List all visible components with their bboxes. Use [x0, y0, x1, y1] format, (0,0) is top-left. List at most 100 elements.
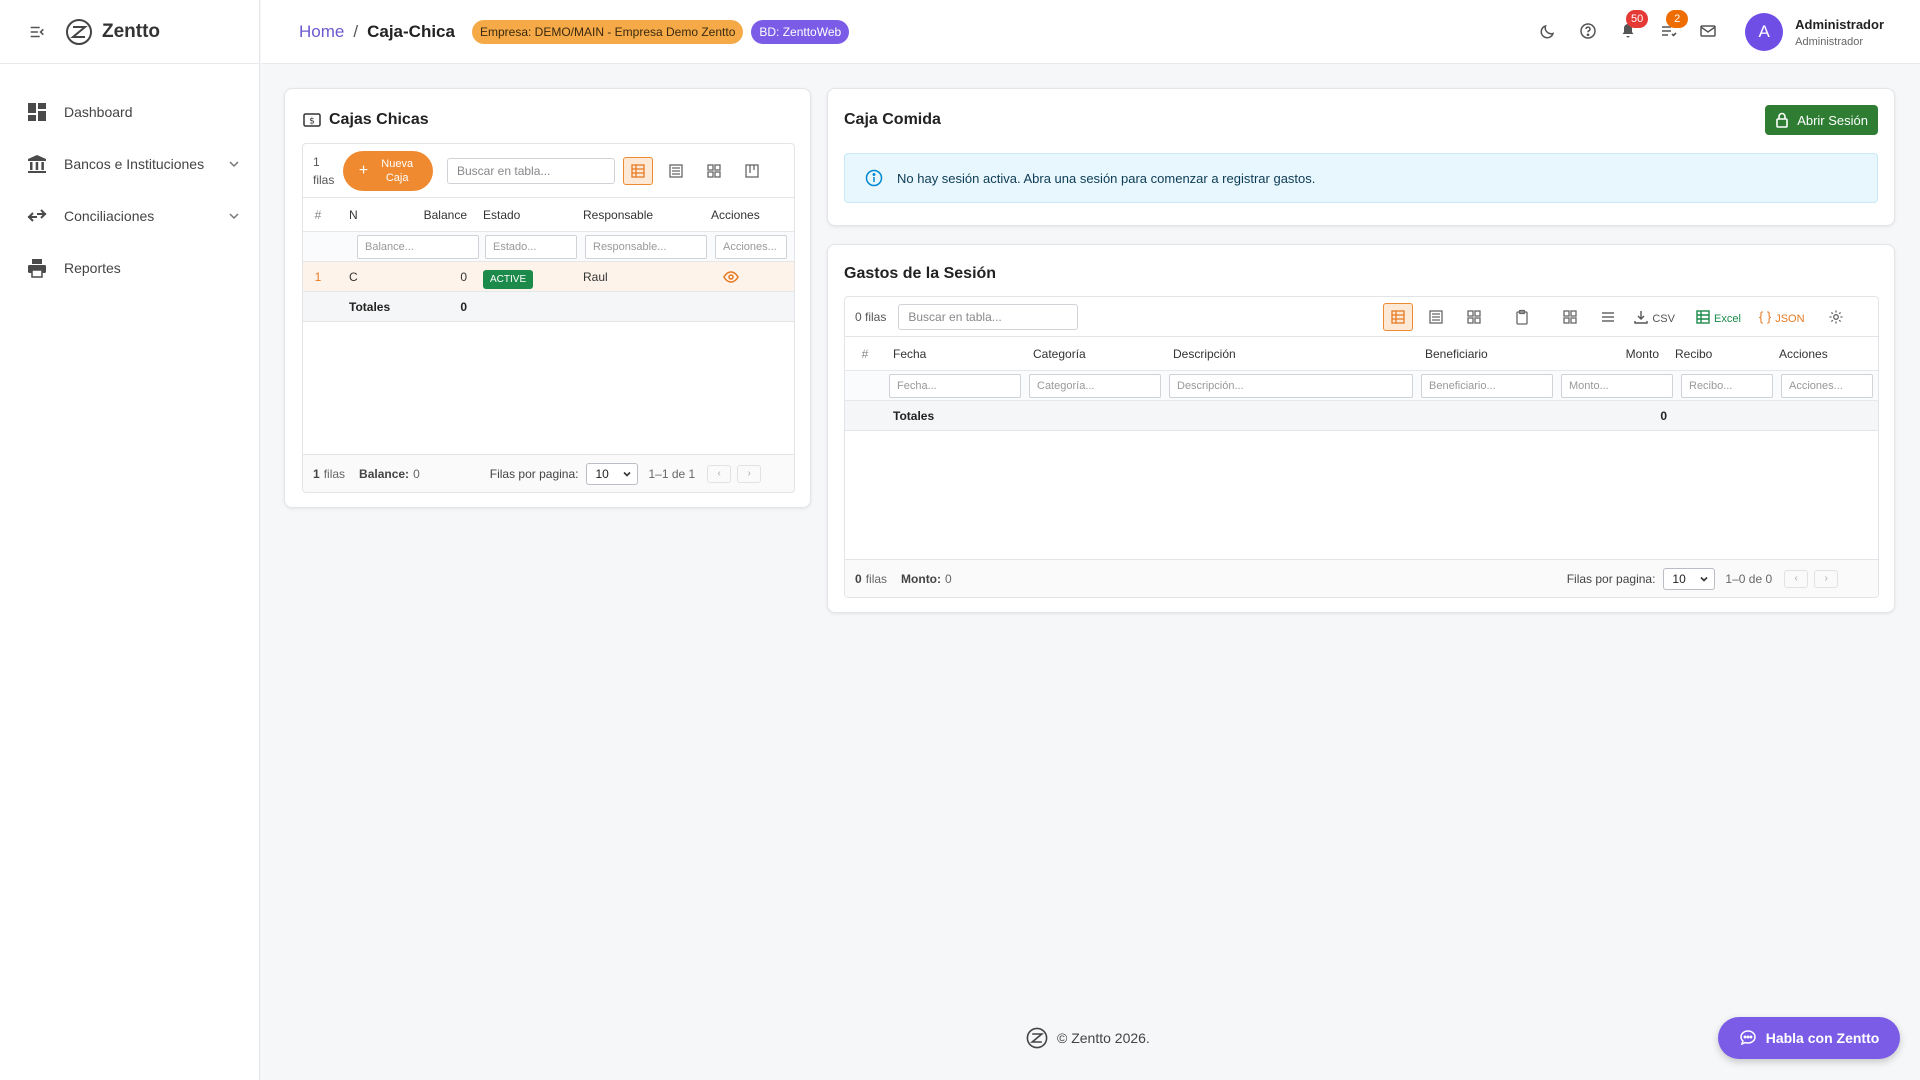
- grid-view-button[interactable]: [699, 157, 729, 185]
- filter-acciones[interactable]: Acciones...: [1781, 373, 1873, 398]
- filter-balance[interactable]: Balance...: [357, 234, 479, 259]
- col-header-number: #: [861, 346, 869, 361]
- grid-settings-button[interactable]: [1821, 303, 1851, 331]
- sidebar-nav: Dashboard Bancos e Instituciones Concili…: [0, 64, 259, 294]
- col-header-balance[interactable]: Balance: [371, 208, 475, 222]
- filter-monto[interactable]: Monto...: [1561, 373, 1673, 398]
- list-view-button[interactable]: [661, 157, 691, 185]
- user-info[interactable]: Administrador Administrador: [1795, 17, 1884, 48]
- excel-icon: [1696, 309, 1710, 324]
- col-header-acciones[interactable]: Acciones: [1767, 347, 1828, 361]
- help-icon[interactable]: [1579, 22, 1599, 42]
- sidebar-item-reportes[interactable]: Reportes: [0, 242, 259, 294]
- per-page-value: 10: [595, 466, 609, 481]
- next-page-button[interactable]: ›: [1814, 569, 1839, 588]
- export-csv-button[interactable]: CSV: [1633, 309, 1675, 325]
- chat-button[interactable]: Habla con Zentto: [1718, 1017, 1900, 1059]
- notifications-count-badge: 50: [1626, 10, 1649, 28]
- col-header-acciones[interactable]: Acciones: [707, 208, 760, 222]
- filter-fecha[interactable]: Fecha...: [889, 373, 1021, 398]
- grid-footer: 0 filas Monto: 0 Filas por pagina: 10 1–…: [845, 559, 1878, 597]
- app-name: Zentto: [102, 20, 161, 42]
- col-header-nombre[interactable]: N: [333, 208, 371, 222]
- list-view-button[interactable]: [1421, 303, 1451, 331]
- footer-monto-label: Monto:: [901, 571, 942, 586]
- search-input[interactable]: Buscar en tabla...: [898, 303, 1079, 330]
- breadcrumb-current: Caja-Chica: [367, 21, 455, 41]
- app-logo[interactable]: Zentto: [64, 17, 160, 47]
- grid-view-button[interactable]: [1459, 303, 1489, 331]
- filter-recibo[interactable]: Recibo...: [1681, 373, 1773, 398]
- filter-categoria[interactable]: Categoría...: [1029, 373, 1161, 398]
- prev-page-button[interactable]: ‹: [707, 464, 732, 483]
- cell-estado: ACTIVE: [475, 269, 575, 289]
- chevron-down-icon: [229, 161, 239, 168]
- density-list-button[interactable]: [1593, 303, 1623, 331]
- prev-page-button[interactable]: ‹: [1784, 569, 1809, 588]
- per-page-select[interactable]: 10: [1663, 567, 1716, 590]
- zentto-logo-icon: [1026, 1027, 1048, 1049]
- col-header-fecha[interactable]: Fecha: [885, 347, 1025, 361]
- cajas-header: $ Cajas Chicas: [303, 111, 429, 129]
- sidebar-item-conciliaciones[interactable]: Conciliaciones: [0, 190, 259, 242]
- plus-icon: +: [358, 161, 369, 179]
- filter-responsable[interactable]: Responsable...: [585, 234, 707, 259]
- col-header-categoria[interactable]: Categoría: [1025, 347, 1165, 361]
- clipboard-button[interactable]: [1507, 303, 1537, 331]
- card-title: Gastos de la Sesión: [844, 265, 997, 282]
- notifications-icon[interactable]: 50: [1619, 10, 1649, 42]
- footer-rows-label: filas: [323, 466, 346, 481]
- new-caja-button[interactable]: + Nueva Caja: [343, 150, 433, 191]
- caja-comida-card: Caja Comida Abrir Sesión No hay sesión a…: [827, 88, 1895, 226]
- per-page-select[interactable]: 10: [586, 462, 639, 485]
- col-header-responsable[interactable]: Responsable: [575, 208, 707, 222]
- per-page-value: 10: [1672, 571, 1686, 586]
- filter-descripcion[interactable]: Descripción...: [1169, 373, 1413, 398]
- rows-count: 1 filas: [313, 153, 343, 189]
- export-excel-button[interactable]: Excel: [1695, 309, 1741, 325]
- table-view-button[interactable]: [623, 156, 653, 185]
- tasks-icon[interactable]: 2: [1659, 10, 1689, 42]
- density-grid-button[interactable]: [1555, 303, 1585, 331]
- grid-header-row: # N Balance Estado Responsable Acciones: [303, 198, 794, 232]
- cash-icon: $: [303, 113, 321, 127]
- footer-rows-label: filas: [865, 571, 888, 586]
- filter-acciones[interactable]: Acciones...: [715, 234, 787, 259]
- topbar: Home / Caja-Chica Empresa: DEMO/MAIN - E…: [261, 0, 1920, 64]
- sidebar-item-bancos[interactable]: Bancos e Instituciones: [0, 138, 259, 190]
- dashboard-icon: [28, 103, 46, 121]
- apps-icon: [1563, 309, 1578, 324]
- grid-toolbar: 1 filas + Nueva Caja Buscar en tabla...: [303, 144, 794, 198]
- sidebar-item-label: Dashboard: [64, 104, 133, 120]
- table-row[interactable]: 1 C 0 ACTIVE Raul: [303, 262, 794, 292]
- avatar[interactable]: A: [1745, 13, 1784, 51]
- col-header-monto[interactable]: Monto: [1557, 347, 1667, 361]
- info-icon: [865, 169, 883, 187]
- kanban-view-button[interactable]: [737, 157, 767, 185]
- menu-collapse-icon[interactable]: [28, 23, 46, 41]
- mail-icon[interactable]: [1699, 22, 1719, 42]
- col-header-descripcion[interactable]: Descripción: [1165, 347, 1417, 361]
- export-json-button[interactable]: { } JSON: [1759, 309, 1805, 325]
- per-page-label: Filas por pagina:: [1566, 571, 1656, 586]
- search-input[interactable]: Buscar en tabla...: [447, 157, 615, 184]
- footer-balance-value: 0: [413, 466, 420, 481]
- dark-mode-icon[interactable]: [1539, 22, 1559, 42]
- totals-label: Totales: [893, 408, 935, 423]
- breadcrumb-home[interactable]: Home: [299, 22, 344, 42]
- rows-count: 0 filas: [855, 309, 887, 324]
- filter-beneficiario[interactable]: Beneficiario...: [1421, 373, 1553, 398]
- breadcrumb: Home / Caja-Chica: [299, 22, 455, 42]
- view-row-button[interactable]: [707, 270, 739, 283]
- sidebar-item-label: Reportes: [64, 260, 121, 276]
- open-session-button[interactable]: Abrir Sesión: [1765, 105, 1878, 135]
- col-header-estado[interactable]: Estado: [475, 208, 575, 222]
- table-icon: [1391, 309, 1406, 324]
- sidebar-item-dashboard[interactable]: Dashboard: [0, 86, 259, 138]
- filter-estado[interactable]: Estado...: [485, 234, 577, 259]
- table-view-button[interactable]: [1383, 302, 1414, 331]
- next-page-button[interactable]: ›: [737, 464, 762, 483]
- col-header-recibo[interactable]: Recibo: [1667, 347, 1767, 361]
- col-header-beneficiario[interactable]: Beneficiario: [1417, 347, 1557, 361]
- grid-icon: [707, 163, 721, 178]
